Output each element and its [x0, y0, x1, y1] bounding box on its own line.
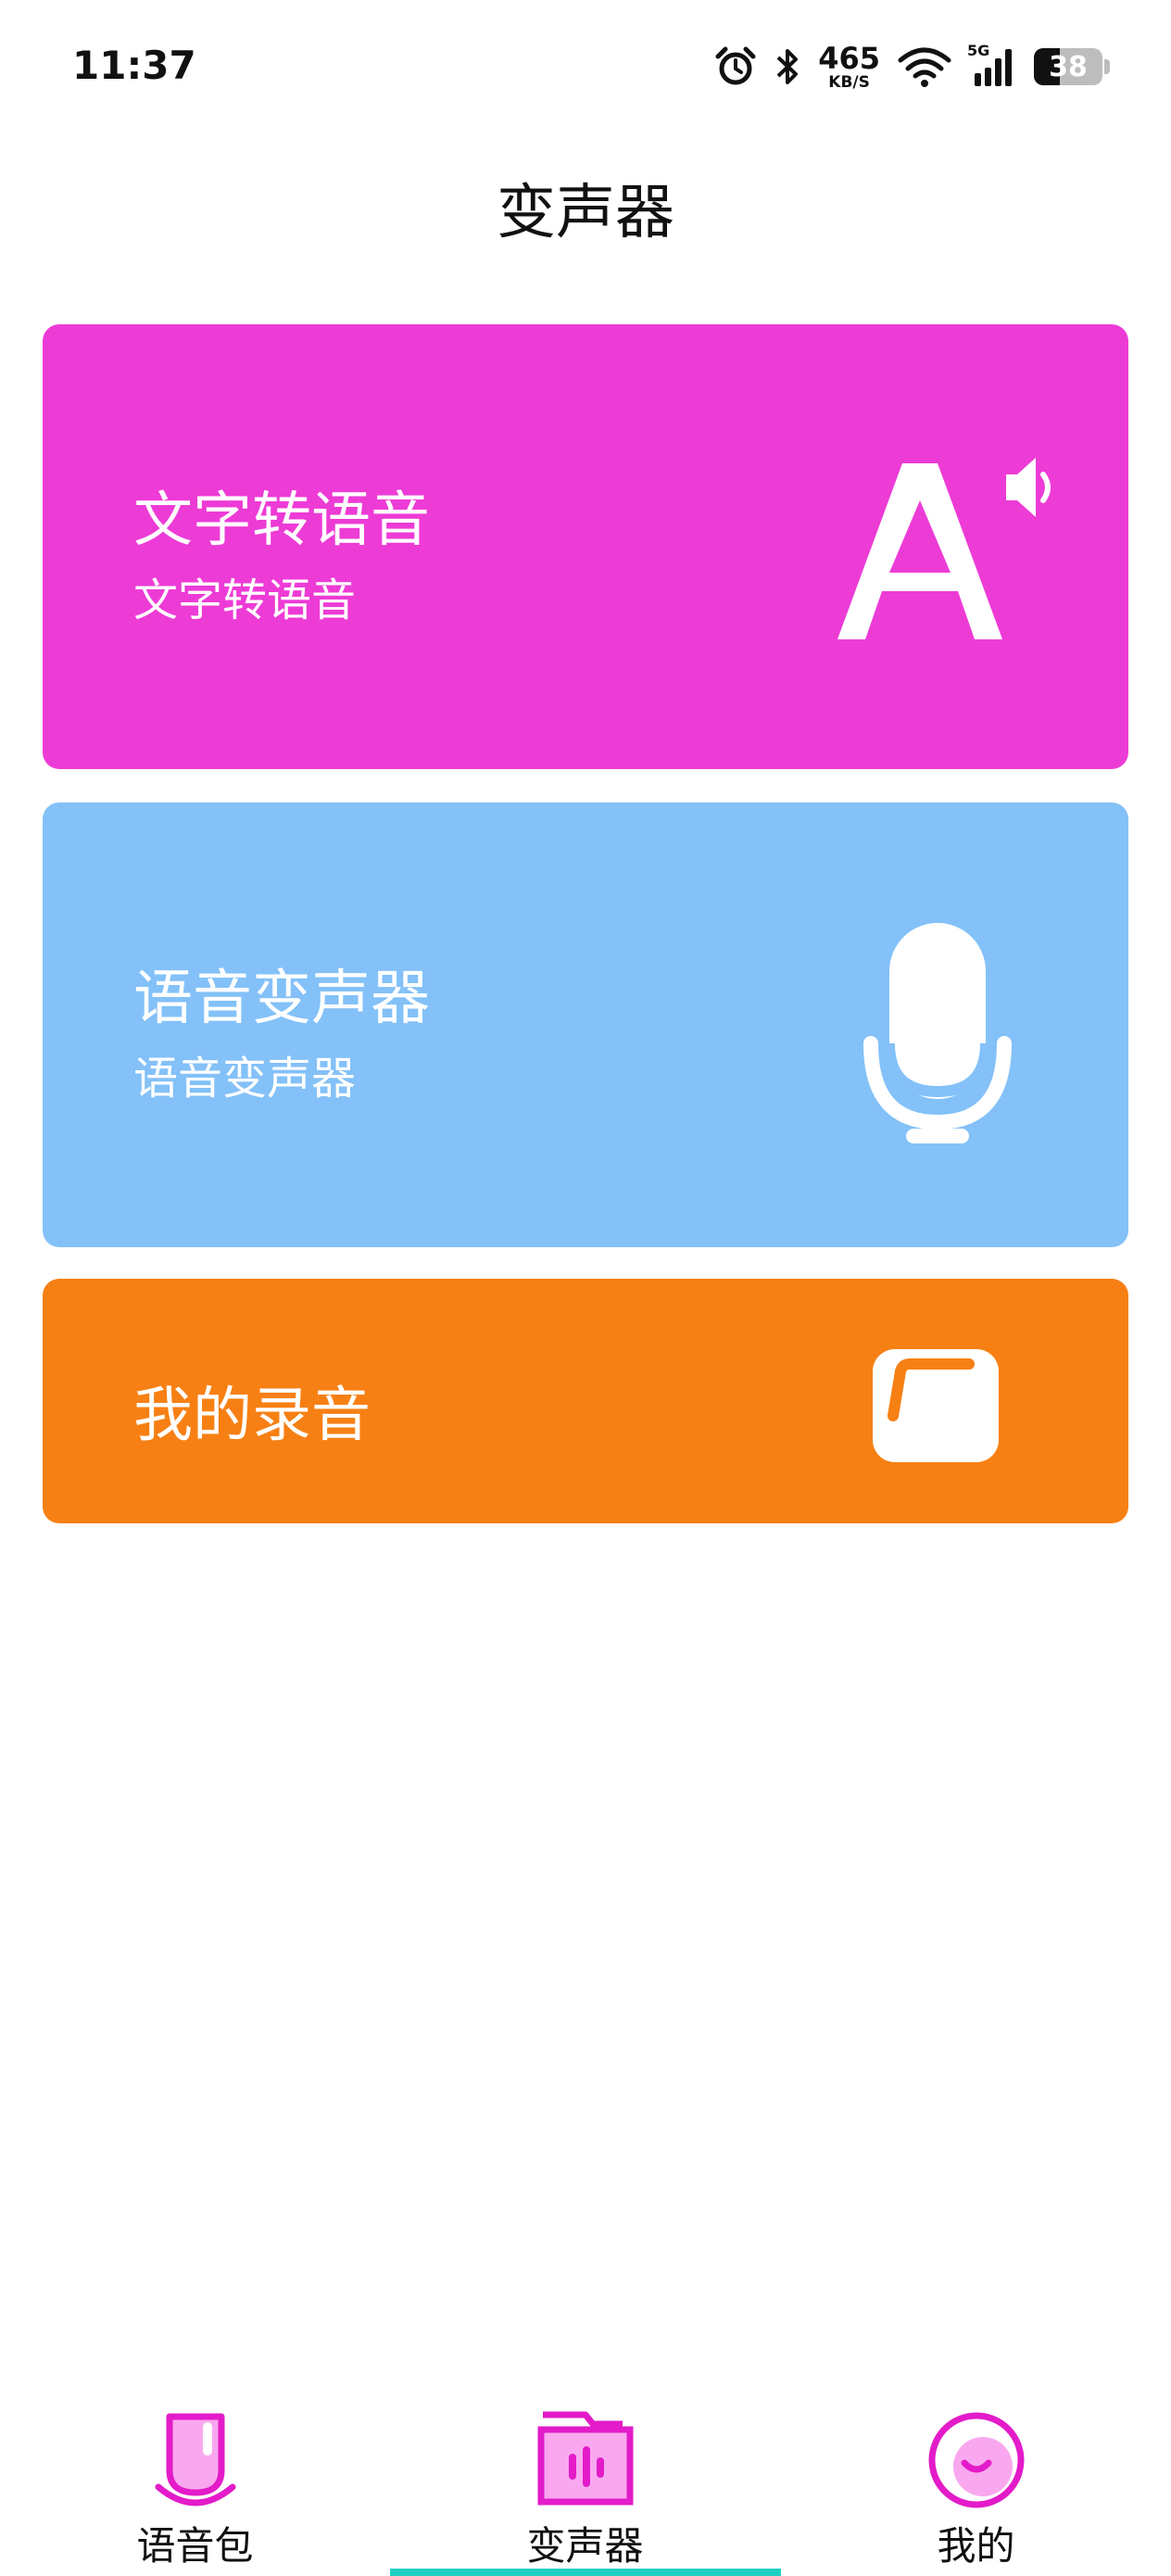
voice-pack-icon: [149, 2409, 242, 2515]
text-to-speech-card[interactable]: 文字转语音 文字转语音: [43, 324, 1128, 769]
text-to-speech-title: 文字转语音: [133, 486, 430, 555]
voice-changer-title: 语音变声器: [133, 965, 430, 1033]
nav-label-voice-pack: 语音包: [136, 2523, 254, 2569]
profile-icon: [925, 2409, 1027, 2515]
voice-changer-icon: [530, 2409, 641, 2515]
text-to-speech-subtitle: 文字转语音: [133, 575, 357, 626]
battery-level: 38: [1049, 50, 1088, 83]
text-speaker-icon: [819, 454, 1060, 662]
network-type: 5G: [967, 42, 990, 59]
cellular-signal-icon: 5G: [967, 42, 1017, 88]
nav-item-voice-changer[interactable]: 变声器: [390, 2400, 780, 2576]
page-title: 变声器: [497, 179, 674, 247]
bottom-nav: 语音包 变声器 我的: [0, 2400, 1171, 2576]
battery-body: 38: [1034, 48, 1102, 85]
nav-label-profile: 我的: [937, 2523, 1015, 2569]
net-speed-unit: KB/S: [828, 72, 870, 92]
my-recordings-title: 我的录音: [133, 1382, 371, 1450]
bluetooth-icon: [774, 45, 801, 88]
active-tab-indicator: [390, 2569, 781, 2576]
my-recordings-card[interactable]: 我的录音: [43, 1279, 1128, 1523]
nav-item-voice-pack[interactable]: 语音包: [0, 2400, 390, 2576]
nav-item-profile[interactable]: 我的: [781, 2400, 1171, 2576]
nav-label-voice-changer: 变声器: [526, 2523, 644, 2569]
wifi-icon: [897, 45, 952, 88]
voice-changer-card[interactable]: 语音变声器 语音变声器: [43, 802, 1128, 1247]
voice-changer-subtitle: 语音变声器: [133, 1053, 357, 1105]
battery-icon: 38: [1034, 48, 1110, 85]
status-icons: 465 KB/S 5G 38: [714, 41, 1110, 93]
folder-icon: [869, 1345, 1008, 1470]
net-speed: 465 KB/S: [818, 44, 880, 91]
microphone-icon: [854, 914, 1021, 1149]
net-speed-value: 465: [818, 40, 880, 76]
alarm-icon: [714, 45, 757, 88]
status-bar: 11:37 465 KB/S 5G 38: [0, 0, 1171, 130]
battery-tip: [1104, 59, 1110, 74]
status-time: 11:37: [72, 43, 196, 88]
